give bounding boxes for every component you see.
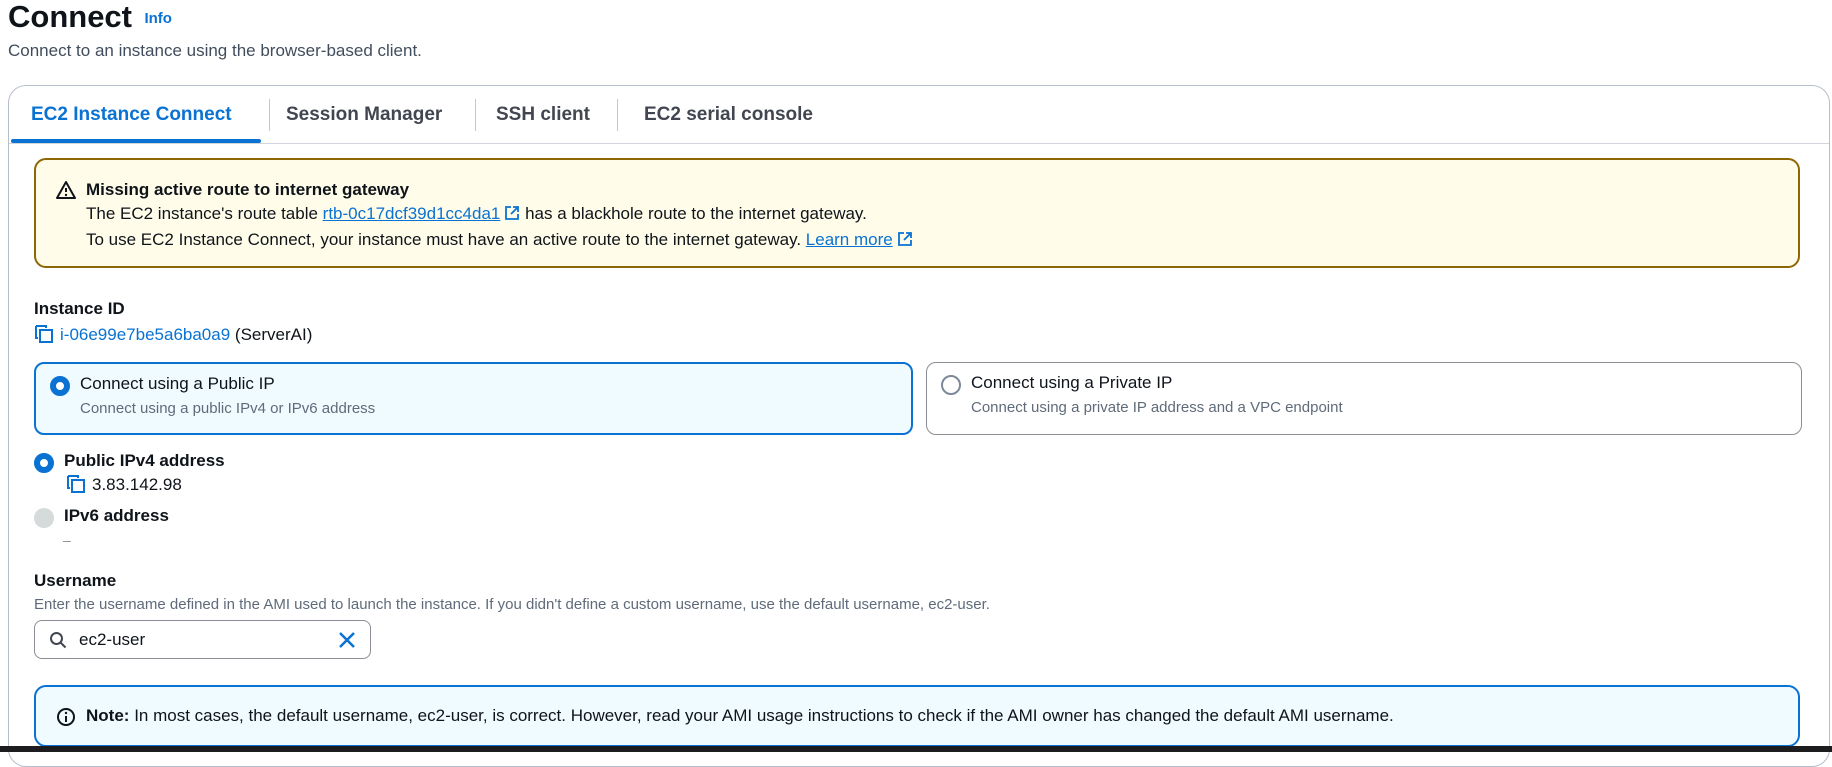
route-table-link[interactable]: rtb-0c17dcf39d1cc4da1 <box>323 204 501 223</box>
username-description: Enter the username defined in the AMI us… <box>34 596 990 613</box>
tab-ssh-client[interactable]: SSH client <box>496 86 590 143</box>
warning-line-2: To use EC2 Instance Connect, your instan… <box>86 230 913 250</box>
warning-line-1-suffix: has a blackhole route to the internet ga… <box>525 204 867 223</box>
username-label: Username <box>34 571 117 590</box>
tab-ec2-serial-console[interactable]: EC2 serial console <box>644 86 813 143</box>
close-icon[interactable] <box>337 630 357 650</box>
warning-line-2-text: To use EC2 Instance Connect, your instan… <box>86 230 802 249</box>
warning-alert: Missing active route to internet gateway… <box>34 158 1800 268</box>
warning-line-1-prefix: The EC2 instance's route table <box>86 204 318 223</box>
private-ip-title: Connect using a Private IP <box>971 373 1173 392</box>
private-ip-radio[interactable] <box>941 375 961 395</box>
warning-line-1: The EC2 instance's route table rtb-0c17d… <box>86 204 867 224</box>
instance-id-label: Instance ID <box>34 299 125 318</box>
copy-icon[interactable] <box>34 324 54 344</box>
ipv6-label: IPv6 address <box>64 506 169 525</box>
route-table-link-text: rtb-0c17dcf39d1cc4da1 <box>322 204 501 223</box>
tab-ec2-instance-connect[interactable]: EC2 Instance Connect <box>31 86 232 143</box>
warning-title: Missing active route to internet gateway <box>86 180 410 199</box>
note-alert: Note: In most cases, the default usernam… <box>34 685 1800 747</box>
copy-icon[interactable] <box>66 474 86 494</box>
active-tab-indicator <box>11 139 261 143</box>
search-icon <box>50 632 67 649</box>
note-label: Note: <box>86 706 130 725</box>
instance-name: (ServerAI) <box>234 325 313 344</box>
ipv4-label: Public IPv4 address <box>64 451 225 470</box>
page-title: Connect <box>8 0 132 34</box>
username-value: ec2-user <box>79 630 146 649</box>
page-header: Connect Info <box>8 0 172 34</box>
tab-session-manager[interactable]: Session Manager <box>286 86 442 143</box>
info-link[interactable]: Info <box>144 10 172 27</box>
learn-more-link[interactable]: Learn more <box>806 230 893 249</box>
note-text: In most cases, the default username, ec2… <box>134 706 1394 725</box>
ipv6-value: – <box>63 532 71 548</box>
instance-id-row: i-06e99e7be5a6ba0a9 (ServerAI) <box>34 324 312 345</box>
username-input[interactable]: ec2-user <box>34 620 371 659</box>
tab-divider <box>475 99 476 131</box>
bottom-bar <box>0 746 1832 752</box>
connect-public-ip-option[interactable]: Connect using a Public IP Connect using … <box>34 362 913 435</box>
public-ip-radio[interactable] <box>50 376 70 396</box>
connect-panel: EC2 Instance Connect Session Manager SSH… <box>8 85 1830 767</box>
instance-id-link[interactable]: i-06e99e7be5a6ba0a9 <box>60 325 230 344</box>
ipv4-value-row: 3.83.142.98 <box>66 474 182 495</box>
ipv4-address: 3.83.142.98 <box>92 475 182 494</box>
tab-divider <box>269 99 270 131</box>
note-text-row: Note: In most cases, the default usernam… <box>86 706 1394 726</box>
tab-divider <box>617 99 618 131</box>
private-ip-desc: Connect using a private IP address and a… <box>971 399 1343 416</box>
external-link-icon[interactable] <box>504 205 520 221</box>
connect-private-ip-option[interactable]: Connect using a Private IP Connect using… <box>926 362 1802 435</box>
info-circle-icon <box>57 708 75 726</box>
ipv6-radio <box>34 508 54 528</box>
tab-bar: EC2 Instance Connect Session Manager SSH… <box>9 86 1829 144</box>
public-ip-desc: Connect using a public IPv4 or IPv6 addr… <box>80 400 376 417</box>
warning-triangle-icon <box>56 181 76 199</box>
public-ip-title: Connect using a Public IP <box>80 374 275 393</box>
page-subtitle: Connect to an instance using the browser… <box>8 41 422 60</box>
ipv4-radio[interactable] <box>34 453 54 473</box>
external-link-icon[interactable] <box>897 231 913 247</box>
